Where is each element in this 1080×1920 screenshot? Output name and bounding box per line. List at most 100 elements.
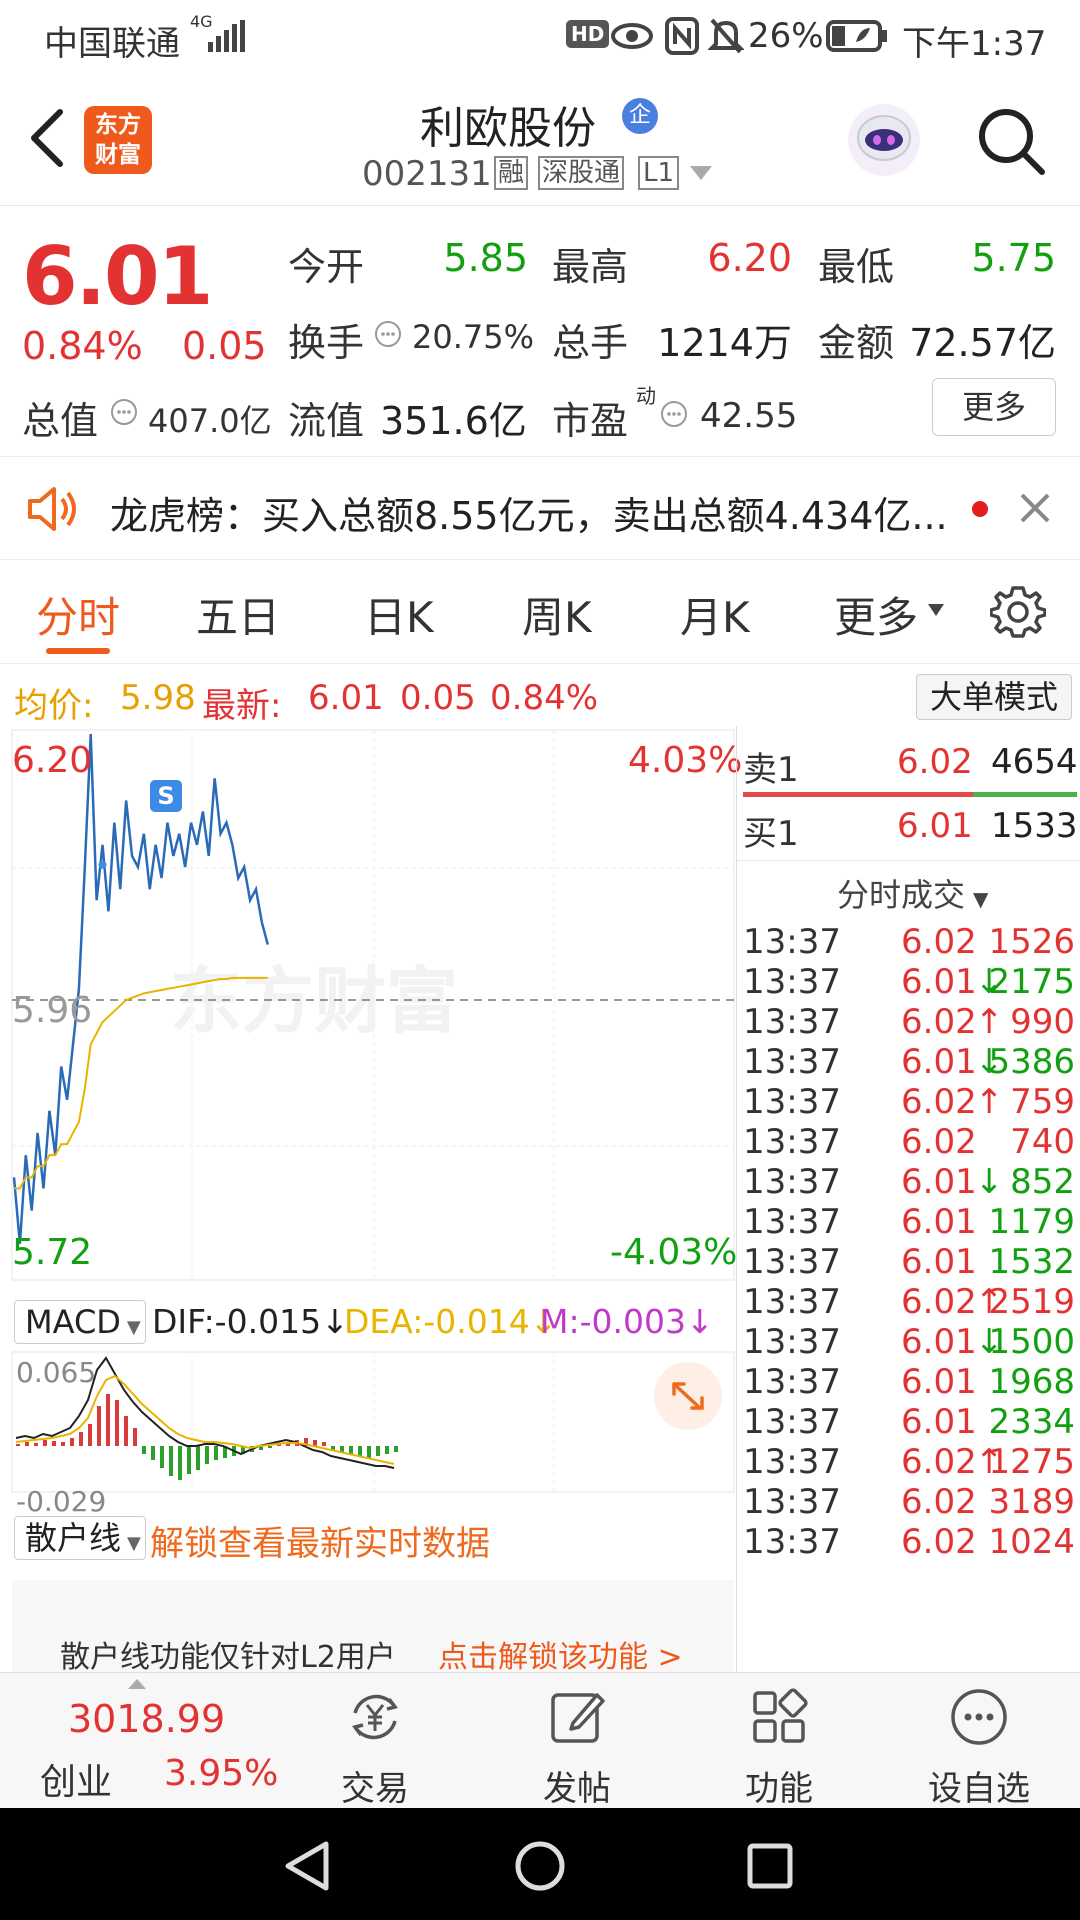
axis-top-percent: 4.03% (628, 740, 743, 781)
nav-trade[interactable]: 交易 (300, 1673, 450, 1809)
trade-time: 13:37 (743, 1482, 841, 1522)
expand-button[interactable] (654, 1362, 722, 1430)
macd-histogram-bar (160, 1446, 164, 1468)
nav-post[interactable]: 发帖 (502, 1673, 652, 1809)
caret-down-icon (928, 604, 944, 616)
active-tab-indicator (46, 648, 110, 654)
info-dots-icon[interactable] (374, 320, 402, 348)
latest-value: 6.01 (308, 678, 384, 718)
close-icon[interactable] (1018, 491, 1052, 525)
trade-volume: 2519 (988, 1282, 1075, 1322)
battery-icon (826, 20, 887, 52)
big-order-mode-button[interactable]: 大单模式 (916, 674, 1072, 720)
indicator-selector[interactable]: MACD ▼ (14, 1300, 146, 1344)
trade-time: 13:37 (743, 1242, 841, 1282)
tab-more[interactable]: 更多 (834, 584, 918, 645)
trade-time: 13:37 (743, 1202, 841, 1242)
caret-up-icon (128, 1679, 146, 1689)
pe-value: 42.55 (700, 396, 798, 436)
tab-daily-k[interactable]: 日K (364, 584, 434, 645)
trade-time: 13:37 (743, 922, 841, 962)
trade-arrow-icon: ↑ (975, 1082, 1004, 1122)
macd-histogram-bar (187, 1446, 191, 1474)
retail-line-name: 散户线 (25, 1519, 122, 1557)
trade-price: 6.02 (901, 1002, 977, 1042)
nav-add-watchlist[interactable]: 设自选 (904, 1673, 1054, 1809)
hd-badge: HD (566, 20, 610, 48)
bottom-nav: 3018.99 创业 3.95% 交易 发帖 功能 设自选 (0, 1672, 1080, 1809)
more-button[interactable]: 更多 (932, 378, 1056, 436)
macd-histogram-bar (79, 1432, 83, 1446)
trade-volume: 3189 (988, 1482, 1075, 1522)
intraday-chart-panel: 东方财富 6.20 4.03% 5.96 5.72 -4.03% S MACD ▼… (0, 726, 742, 1675)
macd-histogram-bar (196, 1446, 200, 1470)
level-tag[interactable]: L1 (638, 156, 680, 190)
sell1-volume: 4654 (991, 742, 1078, 782)
info-dots-icon[interactable] (660, 400, 688, 428)
trade-volume: 1532 (988, 1242, 1075, 1282)
axis-bottom-percent: -4.03% (610, 1232, 738, 1273)
buy1-volume: 1533 (991, 806, 1078, 846)
robot-assistant-icon[interactable] (846, 102, 922, 178)
back-triangle-icon[interactable] (282, 1840, 332, 1892)
unlock-feature-link[interactable]: 点击解锁该功能 > (438, 1632, 683, 1676)
trade-price: 6.02 (901, 1522, 977, 1562)
order-book-panel: 卖1 6.02 4654 买1 6.01 1533 分时成交 ▼ 13:37 6.0… (736, 726, 1080, 1672)
amount-label: 金额 (818, 321, 895, 365)
trade-time: 13:37 (743, 1082, 841, 1122)
back-arrow-icon[interactable] (26, 108, 66, 168)
gear-icon[interactable] (990, 584, 1046, 640)
macd-histogram-bar (43, 1440, 47, 1446)
connect-tag: 深股通 (538, 156, 625, 190)
open-label: 今开 (288, 245, 365, 289)
tab-five-day[interactable]: 五日 (196, 584, 280, 645)
unlock-realtime-link[interactable]: 解锁查看最新实时数据 (150, 1516, 490, 1565)
search-icon[interactable] (976, 106, 1048, 178)
float-cap-value: 351.6亿 (380, 399, 527, 443)
macd-chart[interactable] (0, 1350, 736, 1494)
yen-cycle-icon (352, 1694, 398, 1740)
notice-bar[interactable]: 龙虎榜：买入总额8.55亿元，卖出总额4.434亿... (0, 456, 1080, 560)
info-dots-icon[interactable] (110, 398, 138, 426)
logo-text-2: 财富 (95, 142, 141, 168)
trades-header[interactable]: 分时成交 ▼ (837, 870, 988, 916)
tab-weekly-k[interactable]: 周K (522, 584, 592, 645)
nav-functions[interactable]: 功能 (704, 1673, 854, 1809)
sell-signal-marker[interactable]: S (150, 780, 182, 812)
unread-dot (972, 501, 988, 517)
trade-time: 13:37 (743, 1002, 841, 1042)
trades-list[interactable]: 13:37 6.02 1526 13:37 6.01 ↓ 2175 13:37 6.02 ↑ 990… (737, 922, 1080, 1672)
macd-histogram-bar (394, 1446, 398, 1452)
chart-tabs: 分时 五日 日K 周K 月K 更多 (0, 560, 1080, 664)
trade-price: 6.01 (901, 962, 977, 1002)
chevron-down-icon[interactable] (690, 166, 712, 180)
tab-intraday[interactable]: 分时 (36, 584, 120, 645)
nav-add-watchlist-label: 设自选 (928, 1769, 1030, 1809)
eastmoney-logo[interactable]: 东方 财富 (84, 106, 152, 174)
axis-top-price: 6.20 (12, 740, 93, 781)
margin-tag: 融 (494, 156, 529, 190)
retail-line-selector[interactable]: 散户线 ▼ (14, 1516, 146, 1560)
retail-line-placeholder: 散户线功能仅针对L2用户 点击解锁该功能 > (12, 1580, 734, 1675)
buy-pressure-bar (973, 792, 1077, 797)
recents-square-icon[interactable] (746, 1842, 794, 1890)
sell1-label: 卖1 (743, 750, 799, 790)
buy1-label: 买1 (743, 814, 799, 854)
trade-price: 6.02 (901, 1442, 977, 1482)
low-label: 最低 (818, 245, 895, 289)
tab-monthly-k[interactable]: 月K (680, 584, 750, 645)
quote-panel: 6.01 0.84% 0.05 总值 407.0亿 今开 5.85 最高 6.2… (0, 206, 1080, 456)
high-value: 6.20 (707, 236, 792, 280)
float-cap-label: 流值 (288, 399, 365, 443)
trade-price: 6.01 (901, 1322, 977, 1362)
high-label: 最高 (552, 245, 629, 289)
index-value[interactable]: 3018.99 (68, 1697, 225, 1741)
trade-volume: 759 (1010, 1082, 1075, 1122)
intraday-chart[interactable]: 东方财富 (0, 726, 736, 1286)
home-circle-icon[interactable] (514, 1840, 566, 1892)
macd-histogram-bar (151, 1446, 155, 1460)
low-value: 5.75 (971, 236, 1056, 280)
macd-histogram-bar (367, 1446, 371, 1458)
macd-dea: DEA:-0.014↓ (344, 1302, 557, 1341)
m-value: M:-0.003 (540, 1302, 686, 1341)
